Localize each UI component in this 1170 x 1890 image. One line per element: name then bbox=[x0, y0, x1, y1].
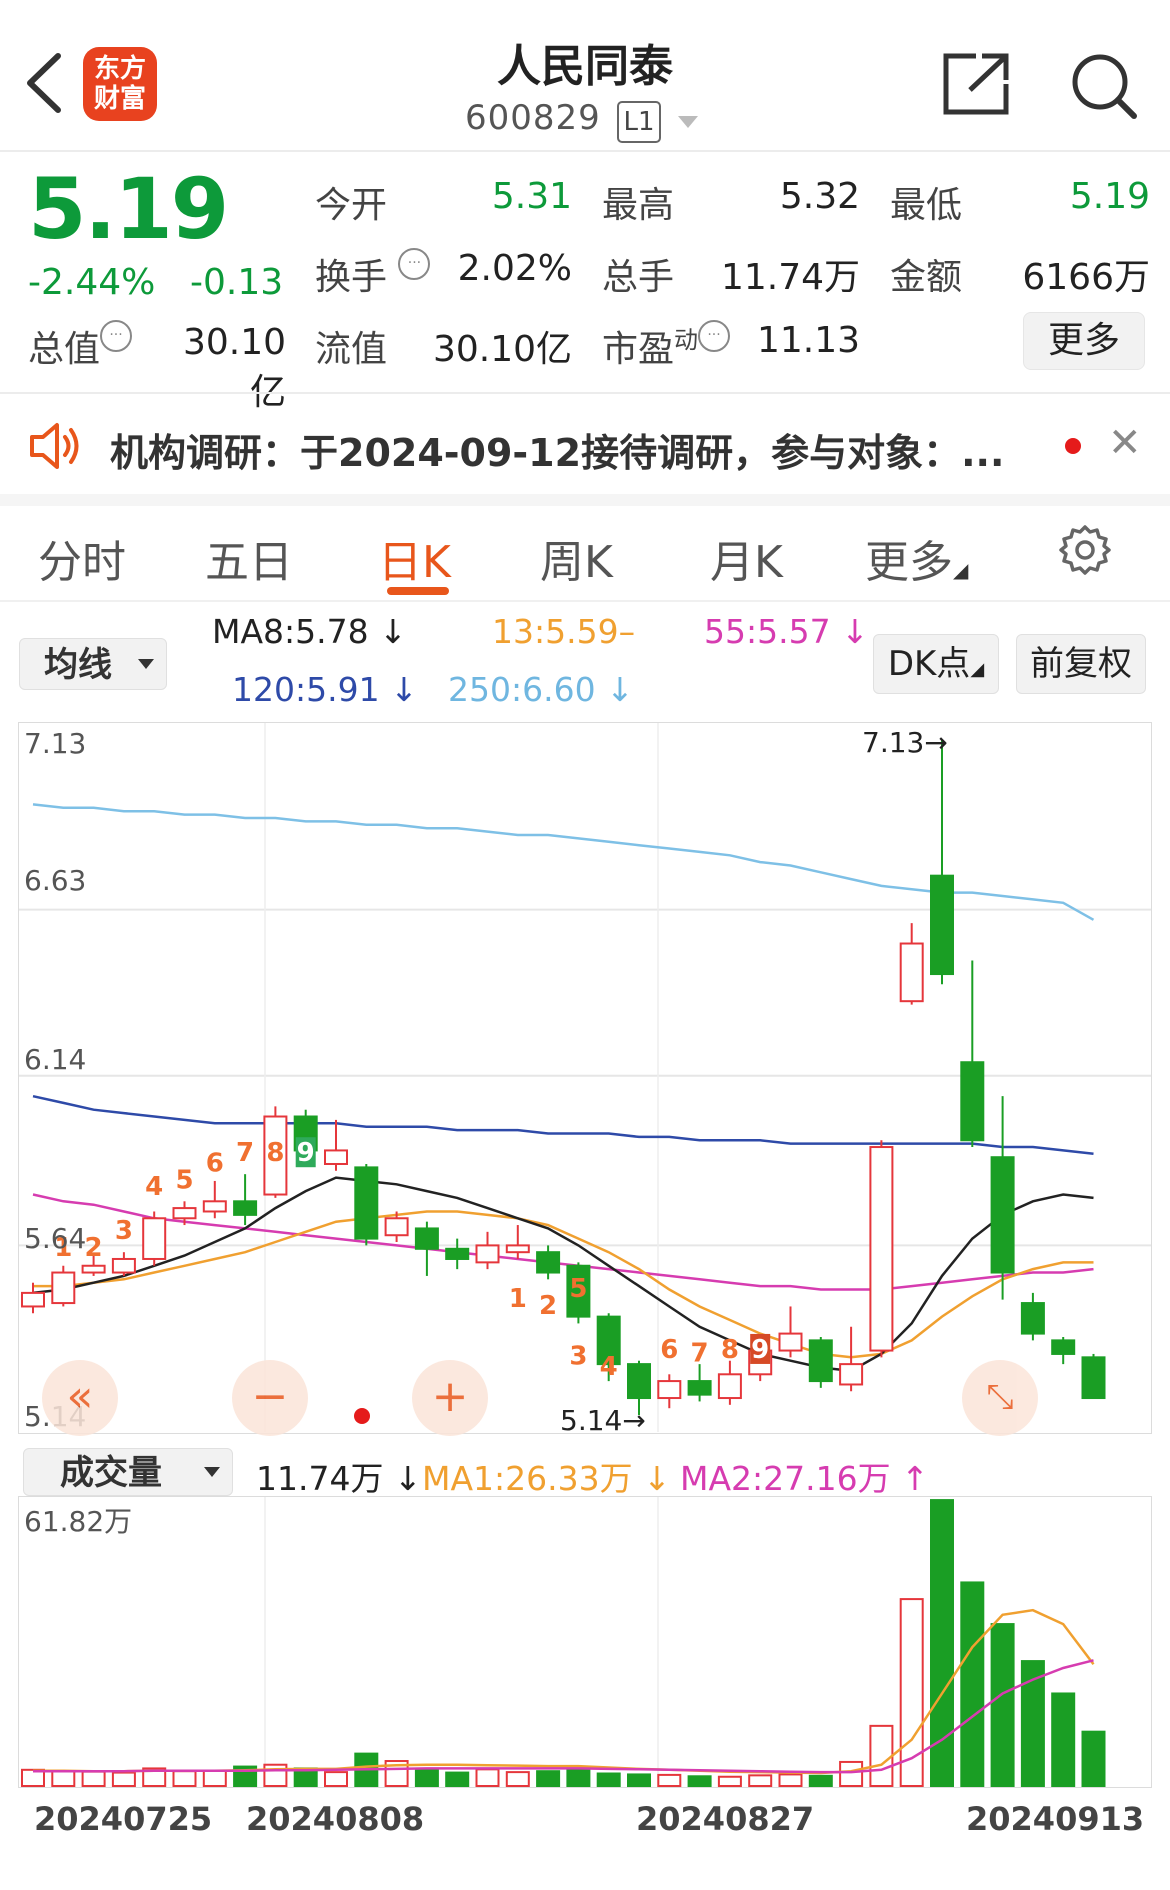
volume-ma1: MA1:26.33万 ↓ bbox=[422, 1459, 671, 1498]
scroll-left-far-icon[interactable]: « bbox=[42, 1360, 118, 1436]
down-arrow-icon: ↓ bbox=[393, 1459, 422, 1498]
nine-down-marker: 3 bbox=[569, 1342, 587, 1372]
candle bbox=[384, 1217, 409, 1237]
candle bbox=[505, 1244, 530, 1254]
candle bbox=[778, 1332, 803, 1352]
candle bbox=[233, 1200, 258, 1216]
candle bbox=[142, 1217, 167, 1260]
candle bbox=[51, 1271, 76, 1305]
down-arrow-icon: ↓ bbox=[643, 1459, 671, 1498]
nine-down-marker: 9 bbox=[751, 1335, 769, 1365]
y-tick-3: 6.14 bbox=[24, 1043, 87, 1076]
candle bbox=[1051, 1339, 1076, 1355]
candle bbox=[960, 1061, 985, 1142]
nine-down-marker: 1 bbox=[509, 1284, 527, 1314]
volume-selector[interactable]: 成交量 bbox=[23, 1448, 233, 1496]
candle bbox=[930, 874, 954, 976]
candle bbox=[81, 1264, 106, 1274]
candle bbox=[869, 1146, 894, 1352]
ma120-line bbox=[32, 1094, 1094, 1156]
candle bbox=[21, 1291, 45, 1308]
y-tick-4: 5.64 bbox=[24, 1222, 87, 1255]
candle bbox=[990, 1156, 1015, 1274]
candle bbox=[1081, 1356, 1106, 1400]
x-tick-2: 20240808 bbox=[246, 1800, 425, 1838]
volume-ma2: MA2:27.16万 ↑ bbox=[680, 1459, 929, 1498]
nine-up-marker: 5 bbox=[175, 1165, 193, 1195]
low-marker: 5.14→ bbox=[560, 1404, 646, 1437]
candle bbox=[687, 1380, 712, 1396]
nine-down-marker: 5 bbox=[569, 1274, 587, 1304]
fullscreen-icon[interactable]: ⤡ bbox=[962, 1360, 1038, 1436]
x-tick-3: 20240827 bbox=[636, 1800, 815, 1838]
nine-down-marker: 4 bbox=[600, 1352, 618, 1382]
candle bbox=[627, 1363, 651, 1400]
nine-up-marker: 8 bbox=[266, 1138, 284, 1168]
nine-up-marker: 6 bbox=[206, 1148, 224, 1178]
nine-up-marker: 2 bbox=[85, 1233, 103, 1263]
candle bbox=[445, 1247, 470, 1260]
candle bbox=[657, 1380, 682, 1400]
ma8-line bbox=[32, 1176, 1094, 1373]
x-tick-1: 20240725 bbox=[34, 1800, 213, 1838]
candle bbox=[717, 1373, 742, 1400]
volume-axis-max: 61.82万 bbox=[24, 1505, 133, 1538]
candle bbox=[808, 1339, 833, 1383]
up-arrow-icon: ↑ bbox=[901, 1459, 929, 1498]
nine-down-marker: 6 bbox=[660, 1335, 678, 1365]
candle bbox=[111, 1257, 136, 1274]
y-tick-2: 6.63 bbox=[24, 864, 87, 897]
y-tick-max: 7.13 bbox=[24, 727, 87, 760]
volume-current: 11.74万 ↓ bbox=[256, 1459, 422, 1498]
candle bbox=[414, 1227, 439, 1250]
candle bbox=[202, 1200, 227, 1213]
nine-down-marker: 8 bbox=[721, 1335, 739, 1365]
nine-up-marker: 3 bbox=[115, 1216, 133, 1246]
nine-down-marker: 2 bbox=[539, 1291, 557, 1321]
x-tick-4: 20240913 bbox=[966, 1800, 1145, 1838]
nine-up-marker: 9 bbox=[297, 1138, 315, 1168]
candle bbox=[172, 1207, 197, 1220]
candle bbox=[839, 1363, 864, 1386]
candle bbox=[354, 1166, 379, 1240]
volume-chart-frame bbox=[18, 1496, 1152, 1788]
candle bbox=[1020, 1302, 1045, 1335]
nine-down-marker: 7 bbox=[691, 1338, 709, 1368]
zoom-in-icon[interactable]: + bbox=[412, 1360, 488, 1436]
nine-up-marker: 4 bbox=[145, 1172, 163, 1202]
candle bbox=[536, 1251, 561, 1274]
candle bbox=[899, 942, 924, 1003]
candle bbox=[324, 1149, 348, 1165]
nine-up-marker: 7 bbox=[236, 1138, 254, 1168]
event-dot[interactable] bbox=[354, 1408, 370, 1424]
candle bbox=[475, 1244, 500, 1264]
high-marker: 7.13→ bbox=[862, 726, 948, 759]
zoom-out-icon[interactable]: − bbox=[232, 1360, 308, 1436]
